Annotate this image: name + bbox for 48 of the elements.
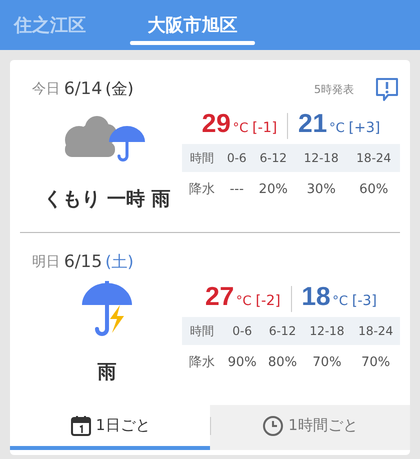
temp-unit: °C [232,121,248,136]
table-cell: 70% [351,345,400,379]
table-cell: 60% [347,172,400,206]
high-temp: 27 [205,281,234,312]
umbrella-lightning-icon [80,281,134,337]
table-cell: --- [222,172,252,206]
date-text: 6/15 [64,252,102,272]
low-temp: 18 [302,281,330,312]
weather-text: くもり 一時 雨 [43,187,171,212]
table-cell: 18-24 [347,144,400,172]
low-temp: 21 [298,108,328,139]
table-header: 降水 [182,172,222,206]
temp-unit: °C [329,121,345,136]
high-temp: 29 [202,108,231,139]
table-cell: 0-6 [222,317,262,345]
table-cell: 20% [252,172,295,206]
temp-diff: [-3] [352,293,377,309]
table-cell: 70% [302,345,352,379]
table-header: 時間 [182,144,222,172]
temp-unit: °C [332,294,348,309]
weekday-text: (土) [105,252,134,272]
weather-text: 雨 [98,360,116,385]
day-label: 今日 [32,80,60,98]
view-tab[interactable]: 1時間ごと [210,405,410,450]
temp-unit: °C [236,294,252,309]
weekday-text: (金) [105,78,134,100]
table-cell: 80% [262,345,303,379]
table-cell: 90% [222,345,262,379]
area-tab[interactable]: 住之江区 [0,0,130,50]
table-header: 時間 [182,317,222,345]
area-tab[interactable]: 大阪市旭区 [130,0,255,50]
temp-diff: [-2] [256,293,280,309]
temp-diff: [+3] [348,120,380,136]
table-cell: 18-24 [351,317,400,345]
clock-icon [262,414,284,436]
table-cell: 6-12 [262,317,303,345]
calendar-icon [70,414,92,436]
table-cell: 6-12 [252,144,295,172]
table-header: 降水 [182,345,222,379]
alert-icon[interactable] [374,76,400,102]
table-cell: 30% [295,172,348,206]
table-cell: 0-6 [222,144,252,172]
table-cell: 12-18 [295,144,348,172]
table-cell: 12-18 [302,317,352,345]
day-label: 明日 [32,253,60,271]
temp-diff: [-1] [252,120,278,136]
issued-time: 5時発表 [314,82,354,96]
date-text: 6/14 [64,79,102,99]
